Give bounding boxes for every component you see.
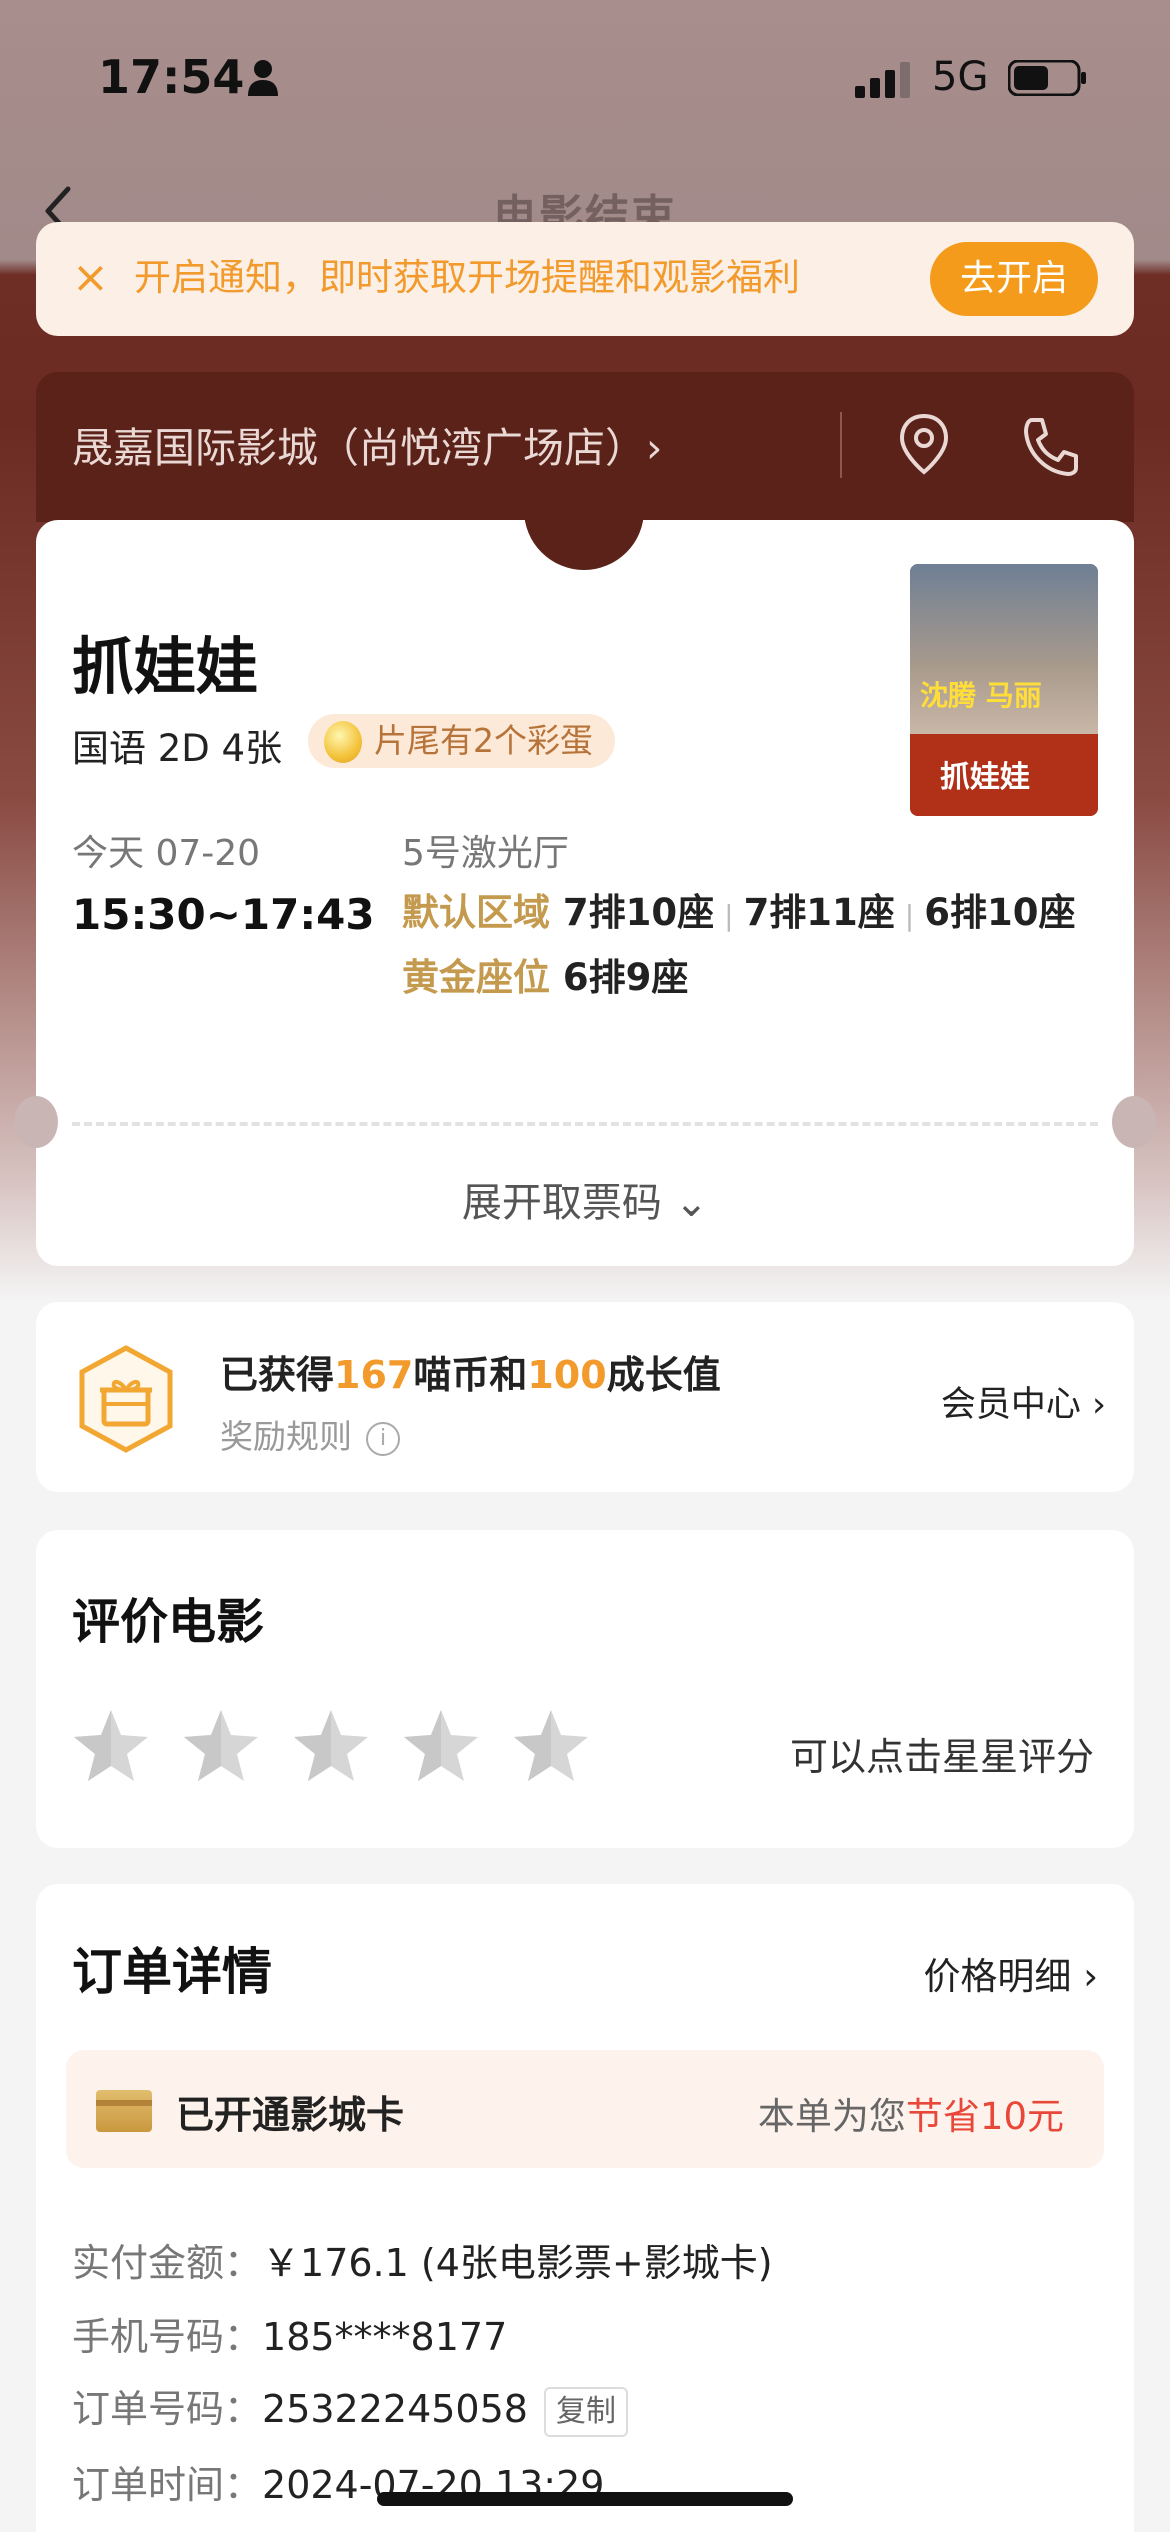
growth-label: 成长值 bbox=[606, 1353, 721, 1397]
notification-text: 开启通知，即时获取开场提醒和观影福利 bbox=[134, 256, 800, 299]
order-card: 订单详情 价格明细 › 已开通影城卡 本单为您节省10元 实付金额：￥176.1… bbox=[36, 1884, 1134, 2532]
separator: | bbox=[724, 899, 734, 932]
cinema-card-text: 已开通影城卡 bbox=[176, 2093, 405, 2137]
egg-icon bbox=[324, 721, 362, 763]
hall-name: 5号激光厅 bbox=[402, 833, 569, 874]
person-icon bbox=[248, 60, 278, 96]
growth-count: 100 bbox=[527, 1353, 607, 1397]
signal-icon bbox=[855, 62, 910, 98]
paid-amount-row: 实付金额：￥176.1 (4张电影票+影城卡) bbox=[72, 2232, 773, 2287]
copy-button[interactable]: 复制 bbox=[543, 2386, 628, 2437]
coin-label: 喵币和 bbox=[413, 1353, 528, 1397]
card-icon bbox=[96, 2090, 152, 2132]
battery-icon bbox=[1008, 60, 1086, 96]
coin-count: 167 bbox=[334, 1353, 414, 1397]
ticket-divider bbox=[72, 1122, 1098, 1126]
location-pin-icon[interactable] bbox=[896, 412, 952, 478]
reward-rules-label: 奖励规则 bbox=[220, 1417, 352, 1456]
close-icon[interactable]: × bbox=[72, 254, 109, 302]
rating-card: 评价电影 可以点击星星评分 bbox=[36, 1530, 1134, 1848]
status-bar: 17:54 5G bbox=[0, 50, 1170, 110]
member-center-link[interactable]: 会员中心 › bbox=[941, 1376, 1106, 1427]
reward-prefix: 已获得 bbox=[220, 1353, 335, 1397]
phone-label: 手机号码： bbox=[72, 2315, 263, 2359]
movie-meta: 国语 2D 4张 bbox=[72, 727, 283, 770]
seat-zone: 默认区域 bbox=[402, 891, 550, 934]
star-icon[interactable] bbox=[70, 1706, 152, 1788]
ticket-notch bbox=[524, 490, 644, 570]
divider bbox=[840, 412, 842, 478]
savings-text: 本单为您节省10元 bbox=[758, 2086, 1064, 2140]
star-rating bbox=[70, 1706, 620, 1796]
seat: 6排10座 bbox=[924, 891, 1076, 934]
gift-icon bbox=[79, 1345, 173, 1453]
rating-heading: 评价电影 bbox=[72, 1594, 265, 1650]
phone-value: 185****8177 bbox=[262, 2315, 508, 2359]
order-time-label: 订单时间： bbox=[72, 2463, 263, 2507]
expand-ticket-code-button[interactable]: 展开取票码 ⌄ bbox=[36, 1170, 1134, 1228]
seat: 7排10座 bbox=[562, 891, 715, 934]
home-indicator bbox=[377, 2492, 793, 2506]
seat: 6排9座 bbox=[562, 956, 689, 999]
phone-row: 手机号码：185****8177 bbox=[72, 2306, 507, 2361]
ticket-card: 抓娃娃 国语 2D 4张 片尾有2个彩蛋 沈腾 马丽 抓娃娃 今天 07-20 … bbox=[14, 490, 1156, 1266]
poster-cast-text: 沈腾 马丽 bbox=[920, 679, 1042, 712]
show-date: 今天 07-20 bbox=[72, 833, 261, 874]
network-label: 5G bbox=[932, 54, 989, 100]
order-number-value: 25322245058 bbox=[262, 2387, 528, 2431]
seat-zone: 黄金座位 bbox=[402, 956, 550, 999]
paid-amount-value: ￥176.1 (4张电影票+影城卡) bbox=[262, 2241, 773, 2285]
movie-title[interactable]: 抓娃娃 bbox=[72, 616, 258, 706]
paid-amount-label: 实付金额： bbox=[72, 2241, 263, 2285]
savings-amount: 节省10元 bbox=[905, 2095, 1064, 2138]
star-icon[interactable] bbox=[510, 1706, 592, 1788]
ticket-notch bbox=[1112, 1096, 1156, 1148]
order-heading: 订单详情 bbox=[72, 1943, 272, 2001]
cinema-card-banner[interactable]: 已开通影城卡 本单为您节省10元 bbox=[66, 2050, 1104, 2168]
cinema-name-link[interactable]: 晟嘉国际影城（尚悦湾广场店）› bbox=[72, 414, 662, 474]
rating-hint: 可以点击星星评分 bbox=[789, 1735, 1094, 1779]
easter-egg-badge: 片尾有2个彩蛋 bbox=[308, 714, 615, 768]
star-icon[interactable] bbox=[180, 1706, 262, 1788]
status-time: 17:54 bbox=[98, 50, 245, 104]
ticket-notch bbox=[14, 1096, 58, 1148]
order-number-label: 订单号码： bbox=[72, 2387, 263, 2431]
info-icon[interactable]: i bbox=[366, 1421, 400, 1456]
poster-title-text: 抓娃娃 bbox=[940, 760, 1030, 795]
reward-summary: 已获得167喵币和100成长值 bbox=[220, 1344, 721, 1399]
separator: | bbox=[904, 899, 915, 932]
easter-egg-text: 片尾有2个彩蛋 bbox=[374, 721, 593, 760]
enable-notification-button[interactable]: 去开启 bbox=[930, 242, 1098, 316]
order-number-row: 订单号码：25322245058 复制 bbox=[72, 2378, 628, 2437]
reward-card: 已获得167喵币和100成长值 奖励规则 i 会员中心 › bbox=[36, 1302, 1134, 1492]
star-icon[interactable] bbox=[290, 1706, 372, 1788]
savings-prefix: 本单为您 bbox=[757, 2095, 906, 2138]
price-detail-link[interactable]: 价格明细 › bbox=[923, 1946, 1098, 2000]
notification-banner: × 开启通知，即时获取开场提醒和观影福利 去开启 bbox=[36, 222, 1134, 336]
reward-rules-link[interactable]: 奖励规则 i bbox=[220, 1410, 400, 1458]
movie-poster[interactable]: 沈腾 马丽 抓娃娃 bbox=[910, 564, 1098, 816]
seat: 7排11座 bbox=[743, 891, 895, 934]
star-icon[interactable] bbox=[400, 1706, 482, 1788]
phone-icon[interactable] bbox=[1018, 412, 1078, 478]
show-time: 15:30~17:43 bbox=[72, 890, 375, 939]
seat-list: 默认区域 7排10座 | 7排11座 | 6排10座 黄金座位 6排9座 bbox=[402, 882, 1102, 1009]
